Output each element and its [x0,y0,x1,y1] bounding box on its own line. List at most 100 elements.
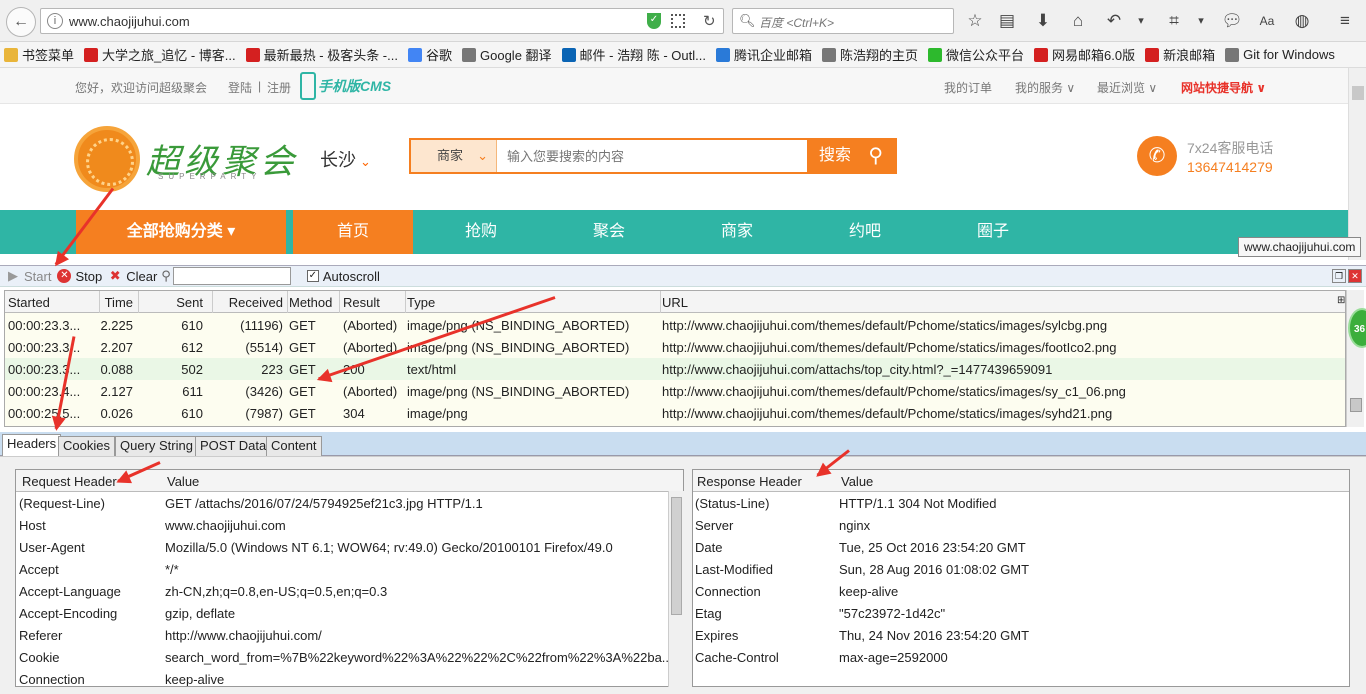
nav-item-circle[interactable]: 圈子 [933,210,1053,254]
login-link[interactable]: 登陆 [228,79,252,96]
header-row[interactable]: Connection keep-alive [16,669,683,686]
search-bar[interactable]: 🔍︎ 百度 <Ctrl+K> [732,8,954,34]
table-row[interactable]: 00:00:23.3... 2.207 612 (5514) GET (Aborted) i… [5,336,1345,358]
column-header[interactable]: Result [343,295,380,310]
header-row[interactable]: Referer http://www.chaojijuhui.com/ [16,625,683,647]
column-divider[interactable] [405,291,406,313]
qr-code-icon[interactable] [671,14,685,28]
header-row[interactable]: (Status-Line) HTTP/1.1 304 Not Modified [693,493,1349,515]
table-row[interactable]: 00:00:23.4... 2.127 611 (3426) GET (Aborted) i… [5,380,1345,402]
bookmark-item[interactable]: 新浪邮箱 [1145,45,1215,64]
header-row[interactable]: Cache-Control max-age=2592000 [693,647,1349,669]
header-row[interactable]: Etag "57c23972-1d42c" [693,603,1349,625]
globe-icon[interactable]: ◍ [1291,10,1313,32]
nav-item-merchants[interactable]: 商家 [677,210,797,254]
column-header[interactable]: Method [289,295,332,310]
filter-input[interactable] [172,267,291,285]
column-divider[interactable] [138,291,139,313]
download-icon[interactable]: ⬇ [1032,10,1054,32]
my-services-link[interactable]: 我的服务 ∨ [1015,79,1075,96]
autoscroll-checkbox[interactable]: ✓ [306,270,319,282]
stop-button[interactable]: ✕ Stop [57,269,102,284]
header-row[interactable]: Accept-Encoding gzip, deflate [16,603,683,625]
url-bar[interactable]: i www.chaojijuhui.com ✓ ↻ [40,8,724,34]
column-picker-icon[interactable]: ⊞ [1337,295,1345,306]
shield-icon[interactable]: ✓ [647,13,661,29]
bookmark-item[interactable]: 最新最热 - 极客头条 -... [245,45,398,64]
scroll-thumb[interactable] [1350,398,1362,412]
header-row[interactable]: Accept-Language zh-CN,zh;q=0.8,en-US;q=0.… [16,581,683,603]
header-row[interactable]: Last-Modified Sun, 28 Aug 2016 01:08:02 G… [693,559,1349,581]
column-divider[interactable] [287,291,288,313]
tab-headers[interactable]: Headers [2,434,62,456]
tab-query-string[interactable]: Query String [115,436,198,456]
header-row[interactable]: Expires Thu, 24 Nov 2016 23:54:20 GMT [693,625,1349,647]
menu-icon[interactable]: ≡ [1334,10,1356,32]
scroll-thumb[interactable] [1352,86,1364,100]
column-header[interactable]: Received [229,295,283,310]
table-row[interactable]: 00:00:23.3... 0.088 502 223 GET 200 text/html h… [5,358,1345,380]
reading-list-icon[interactable]: ▤ [996,10,1018,32]
header-row[interactable]: Host www.chaojijuhui.com [16,515,683,537]
orange-logo-icon[interactable] [74,126,140,192]
tab-post-data[interactable]: POST Data [195,436,272,456]
register-link[interactable]: 注册 [267,79,291,96]
header-row[interactable]: Accept */* [16,559,683,581]
bookmark-item[interactable]: Google 翻译 [462,45,552,64]
undo-icon[interactable]: ↶ [1103,10,1125,32]
nav-item-home[interactable]: 首页 [293,210,413,254]
dropdown-icon[interactable]: ▾ [1190,10,1212,32]
city-selector[interactable]: 长沙 ⌄ [320,146,371,172]
header-row[interactable]: Cookie search_word_from=%7B%22keyword%22%… [16,647,683,669]
bookmark-item[interactable]: 网易邮箱6.0版 [1034,45,1135,64]
tab-content[interactable]: Content [266,436,322,456]
dropdown-icon[interactable]: ▾ [1130,10,1152,32]
table-row[interactable]: 00:00:25.5... 0.026 610 (7987) GET 304 image/p… [5,402,1345,424]
bookmark-item[interactable]: Git for Windows [1225,47,1335,62]
mobile-cms-link[interactable]: 手机版CMS [300,72,391,100]
reload-icon[interactable]: ↻ [703,12,716,30]
tab-cookies[interactable]: Cookies [58,436,115,456]
url-text[interactable]: www.chaojijuhui.com [69,14,190,29]
bookmark-star-icon[interactable]: ☆ [964,10,986,32]
column-divider[interactable] [339,291,340,313]
column-header[interactable]: Type [407,295,435,310]
header-row[interactable]: Connection keep-alive [693,581,1349,603]
nav-item-flash-sale[interactable]: 抢购 [421,210,541,254]
recent-browse-link[interactable]: 最近浏览 ∨ [1097,79,1157,96]
bookmark-item[interactable]: 书签菜单 [4,45,74,64]
header-row[interactable]: User-Agent Mozilla/5.0 (Windows NT 6.1; W… [16,537,683,559]
search-type-select[interactable]: 商家 ⌄ [411,140,497,172]
site-search-input[interactable] [499,140,809,172]
bookmark-item[interactable]: 陈浩翔的主页 [821,45,918,64]
nav-item-party[interactable]: 聚会 [549,210,669,254]
my-orders-link[interactable]: 我的订单 [944,79,992,96]
info-icon[interactable]: i [47,13,63,29]
table-row[interactable]: 00:00:23.3... 2.225 610 (11196) GET (Aborted)… [5,314,1345,336]
column-header[interactable]: Started [8,295,50,310]
quick-nav-link[interactable]: 网站快捷导航 ∨ [1181,79,1266,96]
column-divider[interactable] [660,291,661,313]
crop-icon[interactable]: ⌗ [1163,10,1185,32]
scroll-thumb[interactable] [671,497,682,615]
nav-item-meetup[interactable]: 约吧 [805,210,925,254]
bookmark-item[interactable]: 腾讯企业邮箱 [715,45,812,64]
column-header[interactable]: Sent [176,295,203,310]
column-header[interactable]: Time [105,295,133,310]
header-row[interactable]: Server nginx [693,515,1349,537]
column-header[interactable]: URL [662,295,688,310]
column-divider[interactable] [212,291,213,313]
header-row[interactable]: Date Tue, 25 Oct 2016 23:54:20 GMT [693,537,1349,559]
column-divider[interactable] [99,291,100,313]
reader-view-icon[interactable]: Aa [1256,10,1278,32]
clear-button[interactable]: ✖ Clear [108,269,158,284]
bookmark-item[interactable]: 大学之旅_追忆 - 博客... [84,45,236,64]
detach-icon[interactable]: ❐ [1332,269,1346,283]
bookmark-item[interactable]: 邮件 - 浩翔 陈 - Outl... [561,45,706,64]
header-row[interactable]: (Request-Line) GET /attachs/2016/07/24/57… [16,493,683,515]
bookmark-item[interactable]: 谷歌 [407,45,452,64]
chat-icon[interactable]: 💬︎ [1221,10,1243,32]
site-search-button[interactable]: 搜索 ⚲ [807,138,895,174]
home-icon[interactable]: ⌂ [1067,10,1089,32]
page-scrollbar[interactable] [1348,68,1366,260]
